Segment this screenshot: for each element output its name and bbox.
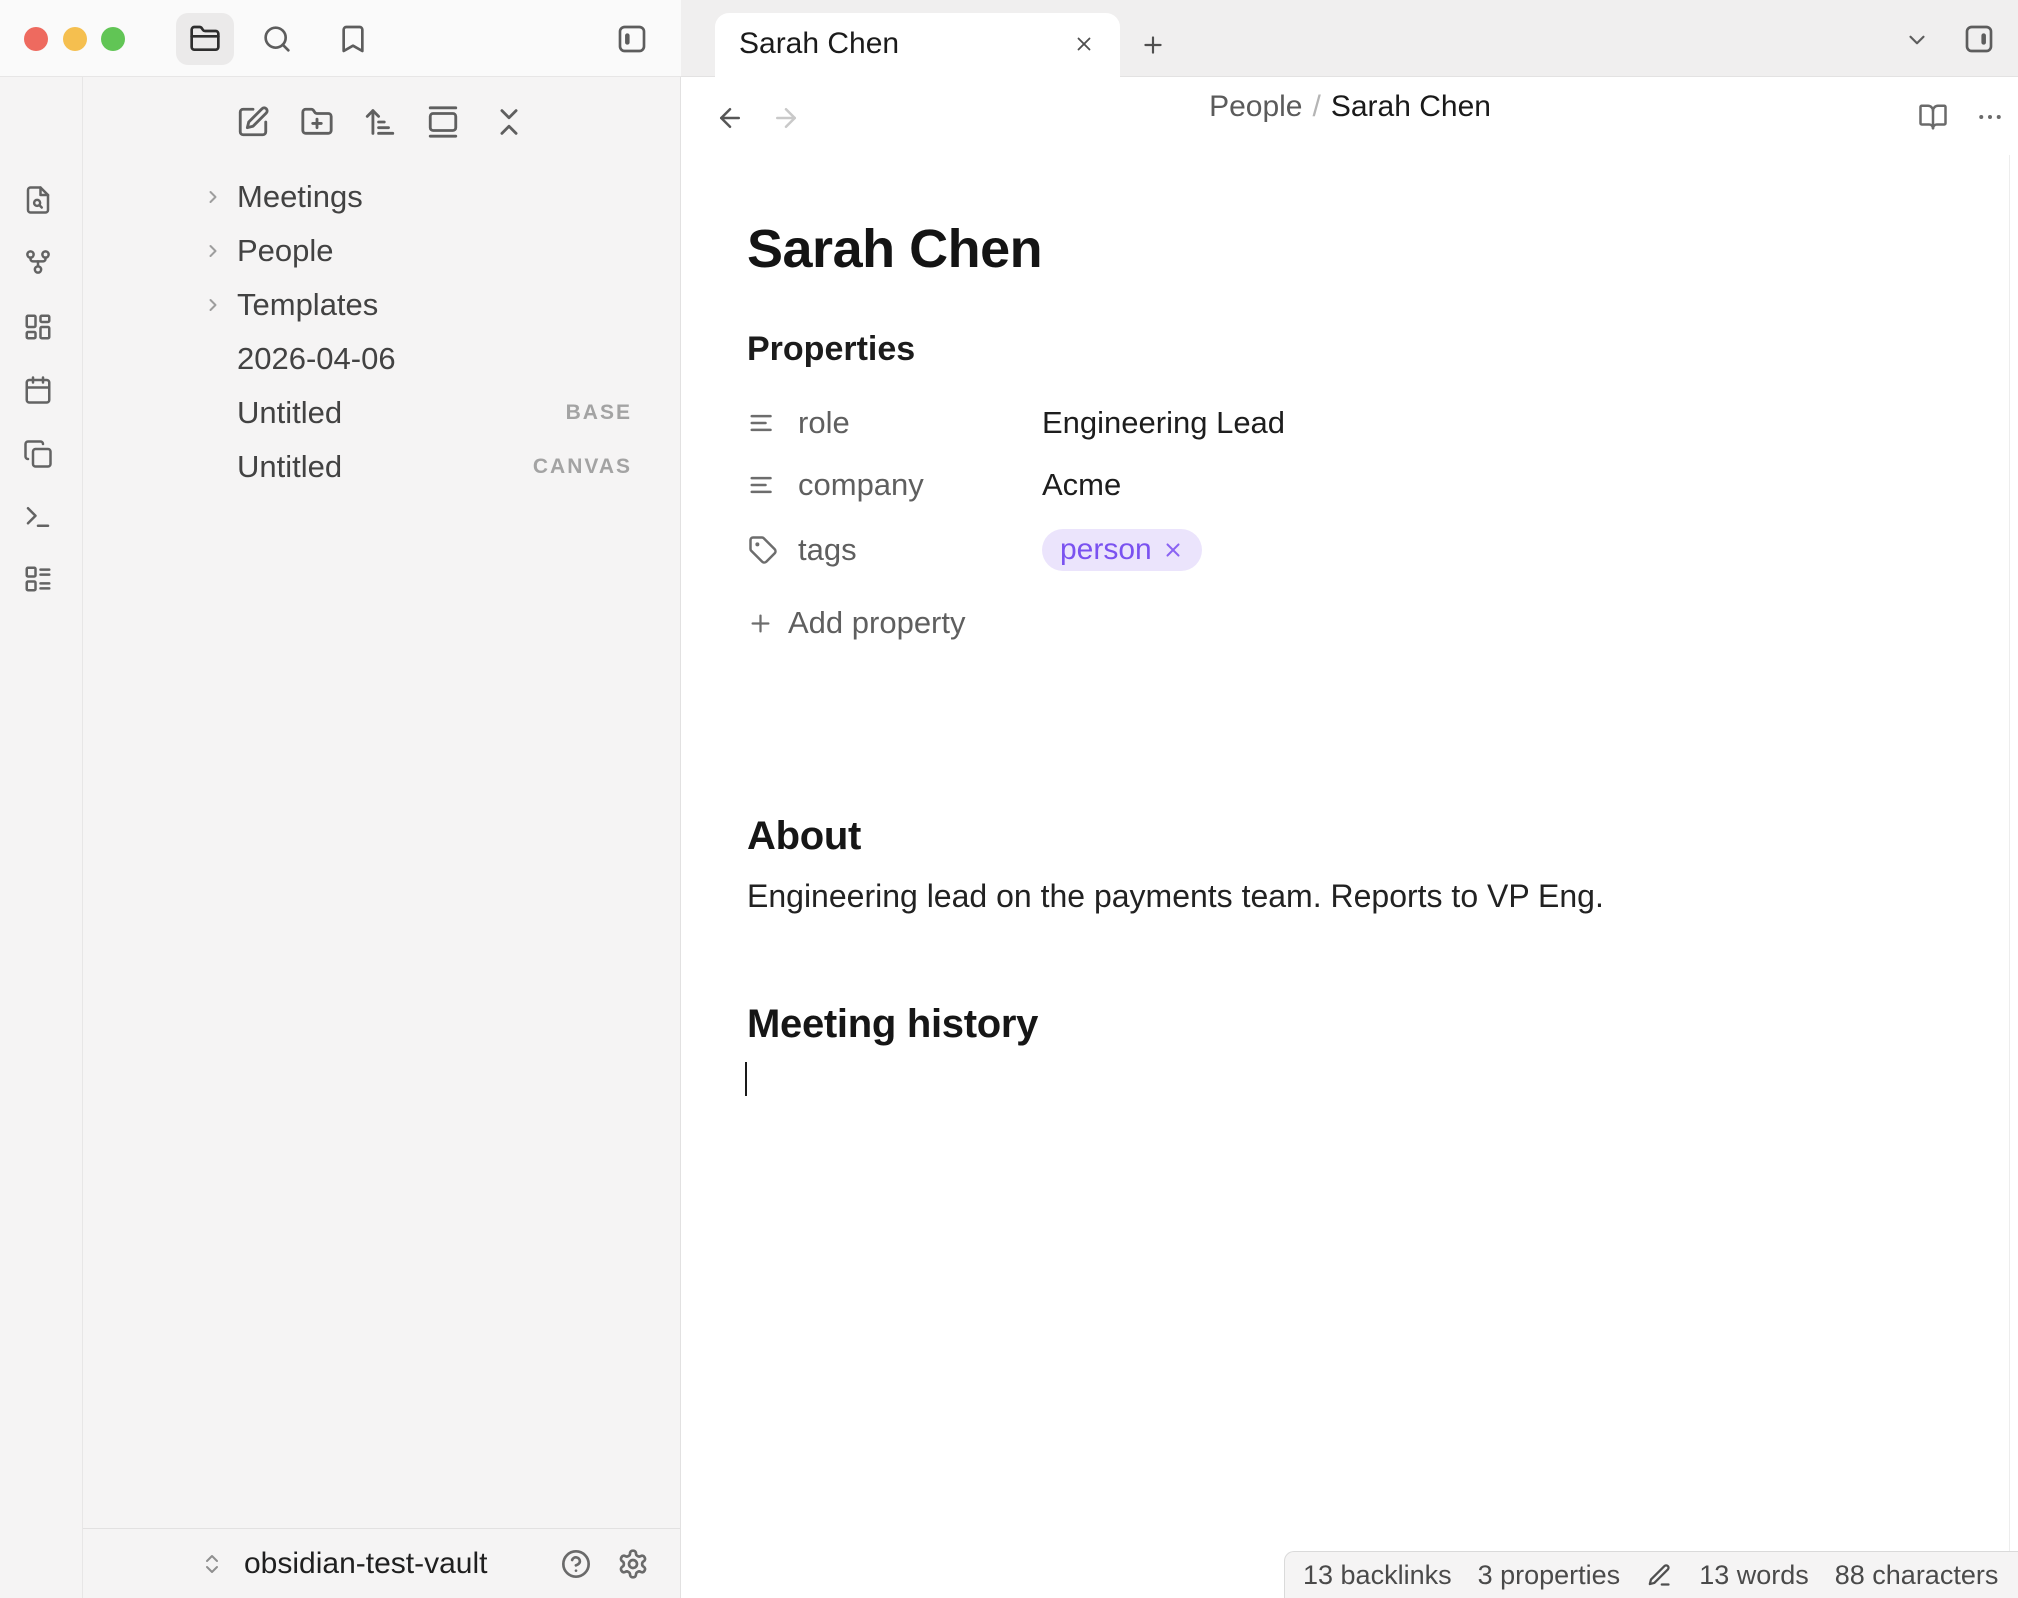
tree-canvas-untitled[interactable]: Untitled CANVAS — [83, 440, 680, 494]
sort-order-icon[interactable] — [363, 105, 397, 139]
tag-icon — [748, 535, 778, 565]
about-paragraph[interactable]: Engineering lead on the payments team. R… — [747, 878, 1604, 915]
tab-sarah-chen[interactable]: Sarah Chen — [715, 13, 1120, 77]
tab-title: Sarah Chen — [739, 13, 899, 75]
note-label: Untitled — [237, 440, 342, 494]
note-label: 2026-04-06 — [237, 332, 396, 386]
editor-pane — [682, 77, 2018, 1598]
note-title[interactable]: Sarah Chen — [747, 218, 1042, 280]
remove-tag-icon[interactable] — [1162, 539, 1184, 561]
folder-label: Meetings — [237, 170, 363, 224]
panel-right-icon[interactable] — [1963, 23, 1995, 55]
obsidian-window: Meetings People Templates 2026-04-06 Unt… — [0, 0, 2018, 1598]
panel-left-icon[interactable] — [616, 23, 648, 55]
status-bar: 13 backlinks 3 properties 13 words 88 ch… — [1284, 1551, 2018, 1598]
tree-base-untitled[interactable]: Untitled BASE — [83, 386, 680, 440]
copy-icon[interactable] — [23, 439, 53, 469]
traffic-light-minimize[interactable] — [63, 27, 87, 51]
text-icon — [748, 408, 778, 438]
property-name-tags[interactable]: tags — [798, 529, 1018, 571]
book-open-icon[interactable] — [1918, 102, 1948, 132]
word-count: 13 words — [1699, 1560, 1809, 1591]
properties-count[interactable]: 3 properties — [1478, 1560, 1621, 1591]
new-note-icon[interactable] — [236, 105, 270, 139]
folder-label: Templates — [237, 278, 378, 332]
left-ribbon — [0, 77, 83, 1598]
bookmark-icon[interactable] — [337, 23, 369, 55]
vault-name: obsidian-test-vault — [244, 1529, 487, 1598]
breadcrumb: People/Sarah Chen — [682, 90, 2018, 124]
layout-list-icon[interactable] — [23, 564, 53, 594]
breadcrumb-current[interactable]: Sarah Chen — [1331, 90, 1491, 123]
new-folder-icon[interactable] — [300, 105, 334, 139]
titlebar — [0, 0, 681, 77]
chevrons-up-down-icon — [200, 1552, 224, 1576]
file-type-badge: BASE — [566, 386, 632, 440]
close-icon[interactable] — [1073, 33, 1095, 55]
traffic-light-zoom[interactable] — [101, 27, 125, 51]
vault-switcher[interactable]: obsidian-test-vault — [83, 1528, 680, 1598]
note-label: Untitled — [237, 386, 342, 440]
file-search-icon[interactable] — [23, 185, 53, 215]
chevron-down-icon[interactable] — [1904, 27, 1930, 53]
calendar-icon[interactable] — [23, 375, 53, 405]
breadcrumb-parent[interactable]: People — [1209, 90, 1302, 123]
backlinks-count[interactable]: 13 backlinks — [1303, 1560, 1452, 1591]
graph-icon[interactable] — [23, 247, 53, 277]
tree-note-daily[interactable]: 2026-04-06 — [83, 332, 680, 386]
folder-icon — [189, 23, 221, 55]
more-options-icon[interactable] — [1975, 102, 2005, 132]
property-name-company[interactable]: company — [798, 464, 1018, 506]
gallery-vertical-icon[interactable] — [426, 105, 460, 139]
file-type-badge: CANVAS — [533, 440, 632, 494]
pencil-icon[interactable] — [1646, 1562, 1673, 1589]
file-explorer: Meetings People Templates 2026-04-06 Unt… — [83, 77, 681, 1598]
files-tab-button[interactable] — [176, 13, 234, 65]
collapse-all-icon[interactable] — [492, 105, 526, 139]
chevron-right-icon — [203, 187, 223, 207]
new-tab-plus-icon[interactable] — [1140, 32, 1166, 58]
property-value-role[interactable]: Engineering Lead — [1042, 402, 1285, 444]
tag-pill-person[interactable]: person — [1042, 529, 1202, 571]
property-name-role[interactable]: role — [798, 402, 1018, 444]
tree-folder-meetings[interactable]: Meetings — [83, 170, 680, 224]
add-property-label: Add property — [788, 602, 966, 644]
tree-folder-templates[interactable]: Templates — [83, 278, 680, 332]
search-icon[interactable] — [261, 23, 293, 55]
scrollbar-track — [2009, 155, 2010, 1551]
folder-label: People — [237, 224, 334, 278]
settings-icon[interactable] — [617, 1548, 649, 1580]
tree-folder-people[interactable]: People — [83, 224, 680, 278]
file-tree: Meetings People Templates 2026-04-06 Unt… — [83, 170, 680, 494]
about-heading[interactable]: About — [747, 814, 861, 859]
terminal-icon[interactable] — [23, 502, 53, 532]
text-icon — [748, 470, 778, 500]
chevron-right-icon — [203, 241, 223, 261]
tab-bar: Sarah Chen — [681, 0, 2018, 77]
traffic-light-close[interactable] — [24, 27, 48, 51]
help-icon[interactable] — [560, 1548, 592, 1580]
tag-label: person — [1060, 533, 1152, 567]
character-count: 88 characters — [1835, 1560, 1999, 1591]
property-value-company[interactable]: Acme — [1042, 464, 1121, 506]
cards-icon[interactable] — [23, 312, 53, 342]
plus-icon — [747, 610, 774, 637]
breadcrumb-separator: / — [1302, 90, 1330, 123]
properties-heading[interactable]: Properties — [747, 330, 915, 369]
add-property-button[interactable]: Add property — [747, 602, 966, 644]
chevron-right-icon — [203, 295, 223, 315]
meeting-history-heading[interactable]: Meeting history — [747, 1002, 1038, 1047]
text-cursor — [745, 1062, 747, 1096]
